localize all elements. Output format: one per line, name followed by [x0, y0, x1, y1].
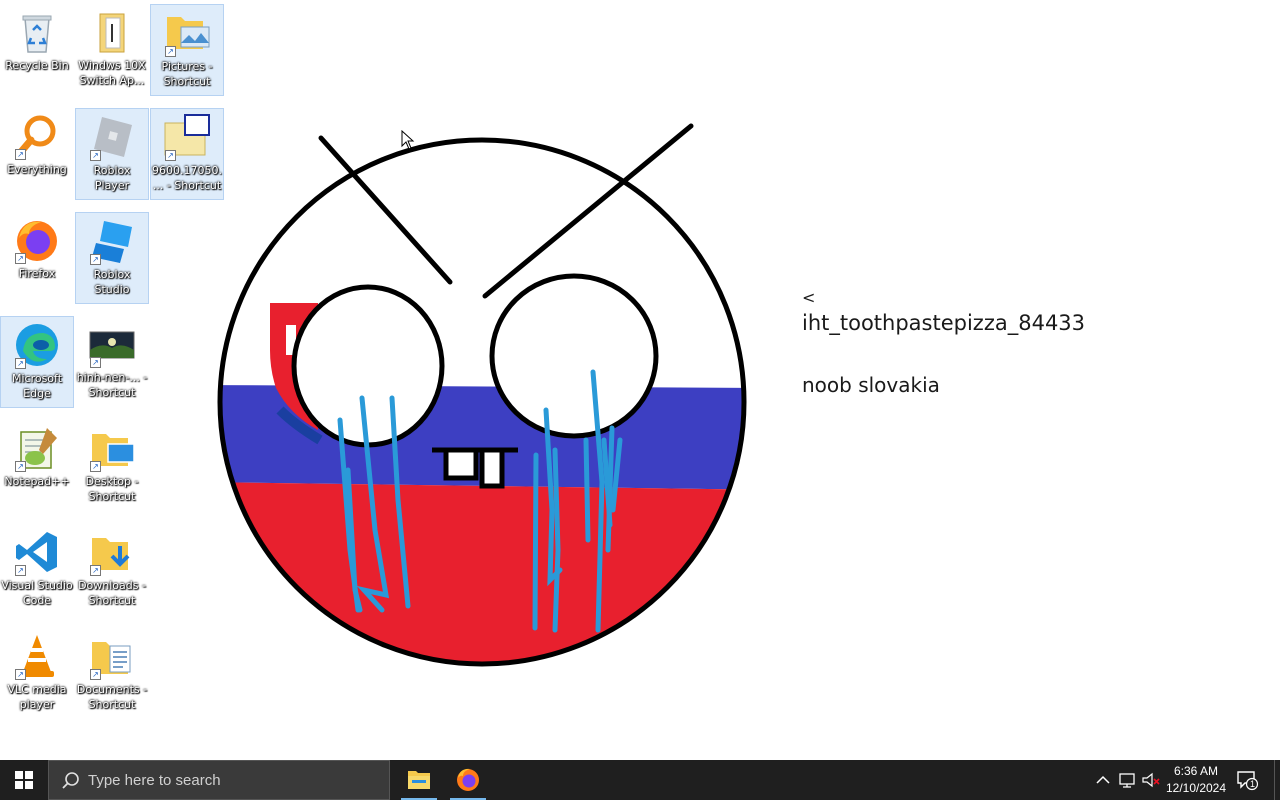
- shortcut-arrow-icon: ↗: [15, 461, 26, 472]
- edge-icon: ↗: [13, 321, 61, 369]
- desktop-icon-label: Visual Studio Code: [1, 579, 73, 607]
- taskbar-clock[interactable]: 6:36 AM 12/10/2024: [1160, 763, 1232, 797]
- shortcut-arrow-icon: ↗: [15, 358, 26, 369]
- username-text: iht_toothpastepizza_84433: [802, 311, 1086, 335]
- taskbar-search-box[interactable]: Type here to search: [48, 760, 390, 800]
- search-icon: [62, 772, 79, 789]
- vlc-icon: ↗: [13, 632, 61, 680]
- vscode-icon: ↗: [13, 528, 61, 576]
- desktop-icon-firefox[interactable]: ↗ Firefox: [0, 212, 74, 304]
- taskbar-file-explorer[interactable]: [395, 760, 443, 800]
- clock-date: 12/10/2024: [1165, 781, 1227, 795]
- desktop-icon-pictures-shortcut[interactable]: ↗ Pictures - Shortcut: [150, 4, 224, 96]
- folder-downloads-icon: ↗: [88, 528, 136, 576]
- chevron-up-icon[interactable]: [1094, 770, 1112, 790]
- desktop-icon-label: Everything: [7, 163, 67, 176]
- shortcut-arrow-icon: ↗: [90, 150, 101, 161]
- folder-desktop-icon: ↗: [88, 424, 136, 472]
- image-file-icon: ↗: [88, 320, 136, 368]
- desktop-icon-recycle-bin[interactable]: Recycle Bin: [0, 4, 74, 96]
- show-desktop-button[interactable]: [1274, 760, 1280, 800]
- desktop-icon-label: Roblox Studio: [93, 268, 131, 296]
- desktop-icon-label: Roblox Player: [93, 164, 131, 192]
- desktop-icon-hinh-nen[interactable]: ↗ hinh-nen-... - Shortcut: [75, 316, 149, 408]
- desktop-icon-label: hinh-nen-... - Shortcut: [76, 371, 148, 399]
- flag-red-band: [220, 482, 744, 664]
- desktop-icon-windows-10x-switch[interactable]: Windws 10X Switch Ap...: [75, 4, 149, 96]
- desktop-icon-label: Notepad++: [4, 475, 70, 488]
- roblox-icon: ↗: [88, 113, 136, 161]
- shortcut-arrow-icon: ↗: [15, 669, 26, 680]
- action-center-button[interactable]: 1: [1236, 769, 1259, 791]
- desktop-icon-label: VLC media player: [7, 683, 67, 711]
- taskbar-firefox[interactable]: [444, 760, 492, 800]
- left-tooth: [443, 447, 479, 481]
- file-explorer-icon: [408, 771, 430, 789]
- desktop-icon-documents-shortcut[interactable]: ↗ Documents - Shortcut: [75, 628, 149, 720]
- caret-text: <: [802, 288, 816, 307]
- tear-stroke: [532, 452, 539, 631]
- desktop-icon-label: Windws 10X Switch Ap...: [78, 59, 146, 87]
- network-icon[interactable]: [1118, 770, 1136, 790]
- desktop-icon-notepadpp[interactable]: ↗ Notepad++: [0, 420, 74, 512]
- desktop-icon-label: Recycle Bin: [5, 59, 69, 72]
- desktop-icon-everything[interactable]: ↗ Everything: [0, 108, 74, 200]
- notepadpp-icon: ↗: [13, 424, 61, 472]
- folder-documents-icon: ↗: [88, 632, 136, 680]
- shortcut-arrow-icon: ↗: [15, 565, 26, 576]
- recycle-bin-icon: [13, 8, 61, 56]
- everything-search-icon: ↗: [13, 112, 61, 160]
- desktop-icon-label: Desktop - Shortcut: [85, 475, 139, 503]
- firefox-icon: [457, 768, 479, 791]
- volume-muted-icon[interactable]: [1142, 770, 1160, 790]
- desktop: Recycle Bin ↗ Everything ↗ Firefox ↗ Mic…: [0, 0, 1280, 760]
- desktop-icon-roblox-player[interactable]: ↗ Roblox Player: [75, 108, 149, 200]
- windows-logo-icon: [15, 771, 33, 789]
- shortcut-arrow-icon: ↗: [165, 150, 176, 161]
- countryball-drawing: [217, 123, 747, 667]
- clock-time: 6:36 AM: [1173, 764, 1219, 778]
- desktop-icon-vlc[interactable]: ↗ VLC media player: [0, 628, 74, 720]
- shortcut-arrow-icon: ↗: [90, 357, 101, 368]
- desktop-icon-label: Documents - Shortcut: [76, 683, 148, 711]
- desktop-icon-label: Downloads - Shortcut: [78, 579, 146, 607]
- mouse-cursor-icon: [401, 130, 415, 150]
- tear-stroke: [552, 447, 561, 633]
- roblox-studio-icon: ↗: [88, 217, 136, 265]
- desktop-icon-downloads-shortcut[interactable]: ↗ Downloads - Shortcut: [75, 524, 149, 616]
- note-text: noob slovakia: [802, 373, 940, 397]
- shortcut-arrow-icon: ↗: [90, 461, 101, 472]
- shortcut-arrow-icon: ↗: [90, 669, 101, 680]
- shortcut-arrow-icon: ↗: [15, 253, 26, 264]
- shortcut-arrow-icon: ↗: [90, 565, 101, 576]
- desktop-icon-label: Pictures - Shortcut: [161, 60, 213, 88]
- file-icon: [88, 8, 136, 56]
- shortcut-arrow-icon: ↗: [90, 254, 101, 265]
- right-tooth: [479, 447, 505, 489]
- notification-count: 1: [1249, 779, 1255, 789]
- desktop-icon-label: Microsoft Edge: [11, 372, 63, 400]
- shortcut-arrow-icon: ↗: [15, 149, 26, 160]
- search-placeholder: Type here to search: [88, 772, 221, 789]
- start-button[interactable]: [0, 760, 48, 800]
- desktop-icon-roblox-studio[interactable]: ↗ Roblox Studio: [75, 212, 149, 304]
- right-eye: [489, 273, 659, 439]
- desktop-icon-label: Firefox: [18, 267, 56, 280]
- desktop-icon-vscode[interactable]: ↗ Visual Studio Code: [0, 524, 74, 616]
- taskbar: Type here to search 6:36 AM 12/10/2024 1: [0, 760, 1280, 800]
- desktop-icon-desktop-shortcut[interactable]: ↗ Desktop - Shortcut: [75, 420, 149, 512]
- shortcut-arrow-icon: ↗: [165, 46, 176, 57]
- desktop-icon-edge[interactable]: ↗ Microsoft Edge: [0, 316, 74, 408]
- left-eye: [291, 284, 445, 448]
- wallpaper-text: < iht_toothpastepizza_84433 noob slovaki…: [802, 288, 1085, 398]
- firefox-icon: ↗: [13, 216, 61, 264]
- folder-pictures-icon: ↗: [163, 9, 211, 57]
- tear-stroke: [583, 437, 591, 543]
